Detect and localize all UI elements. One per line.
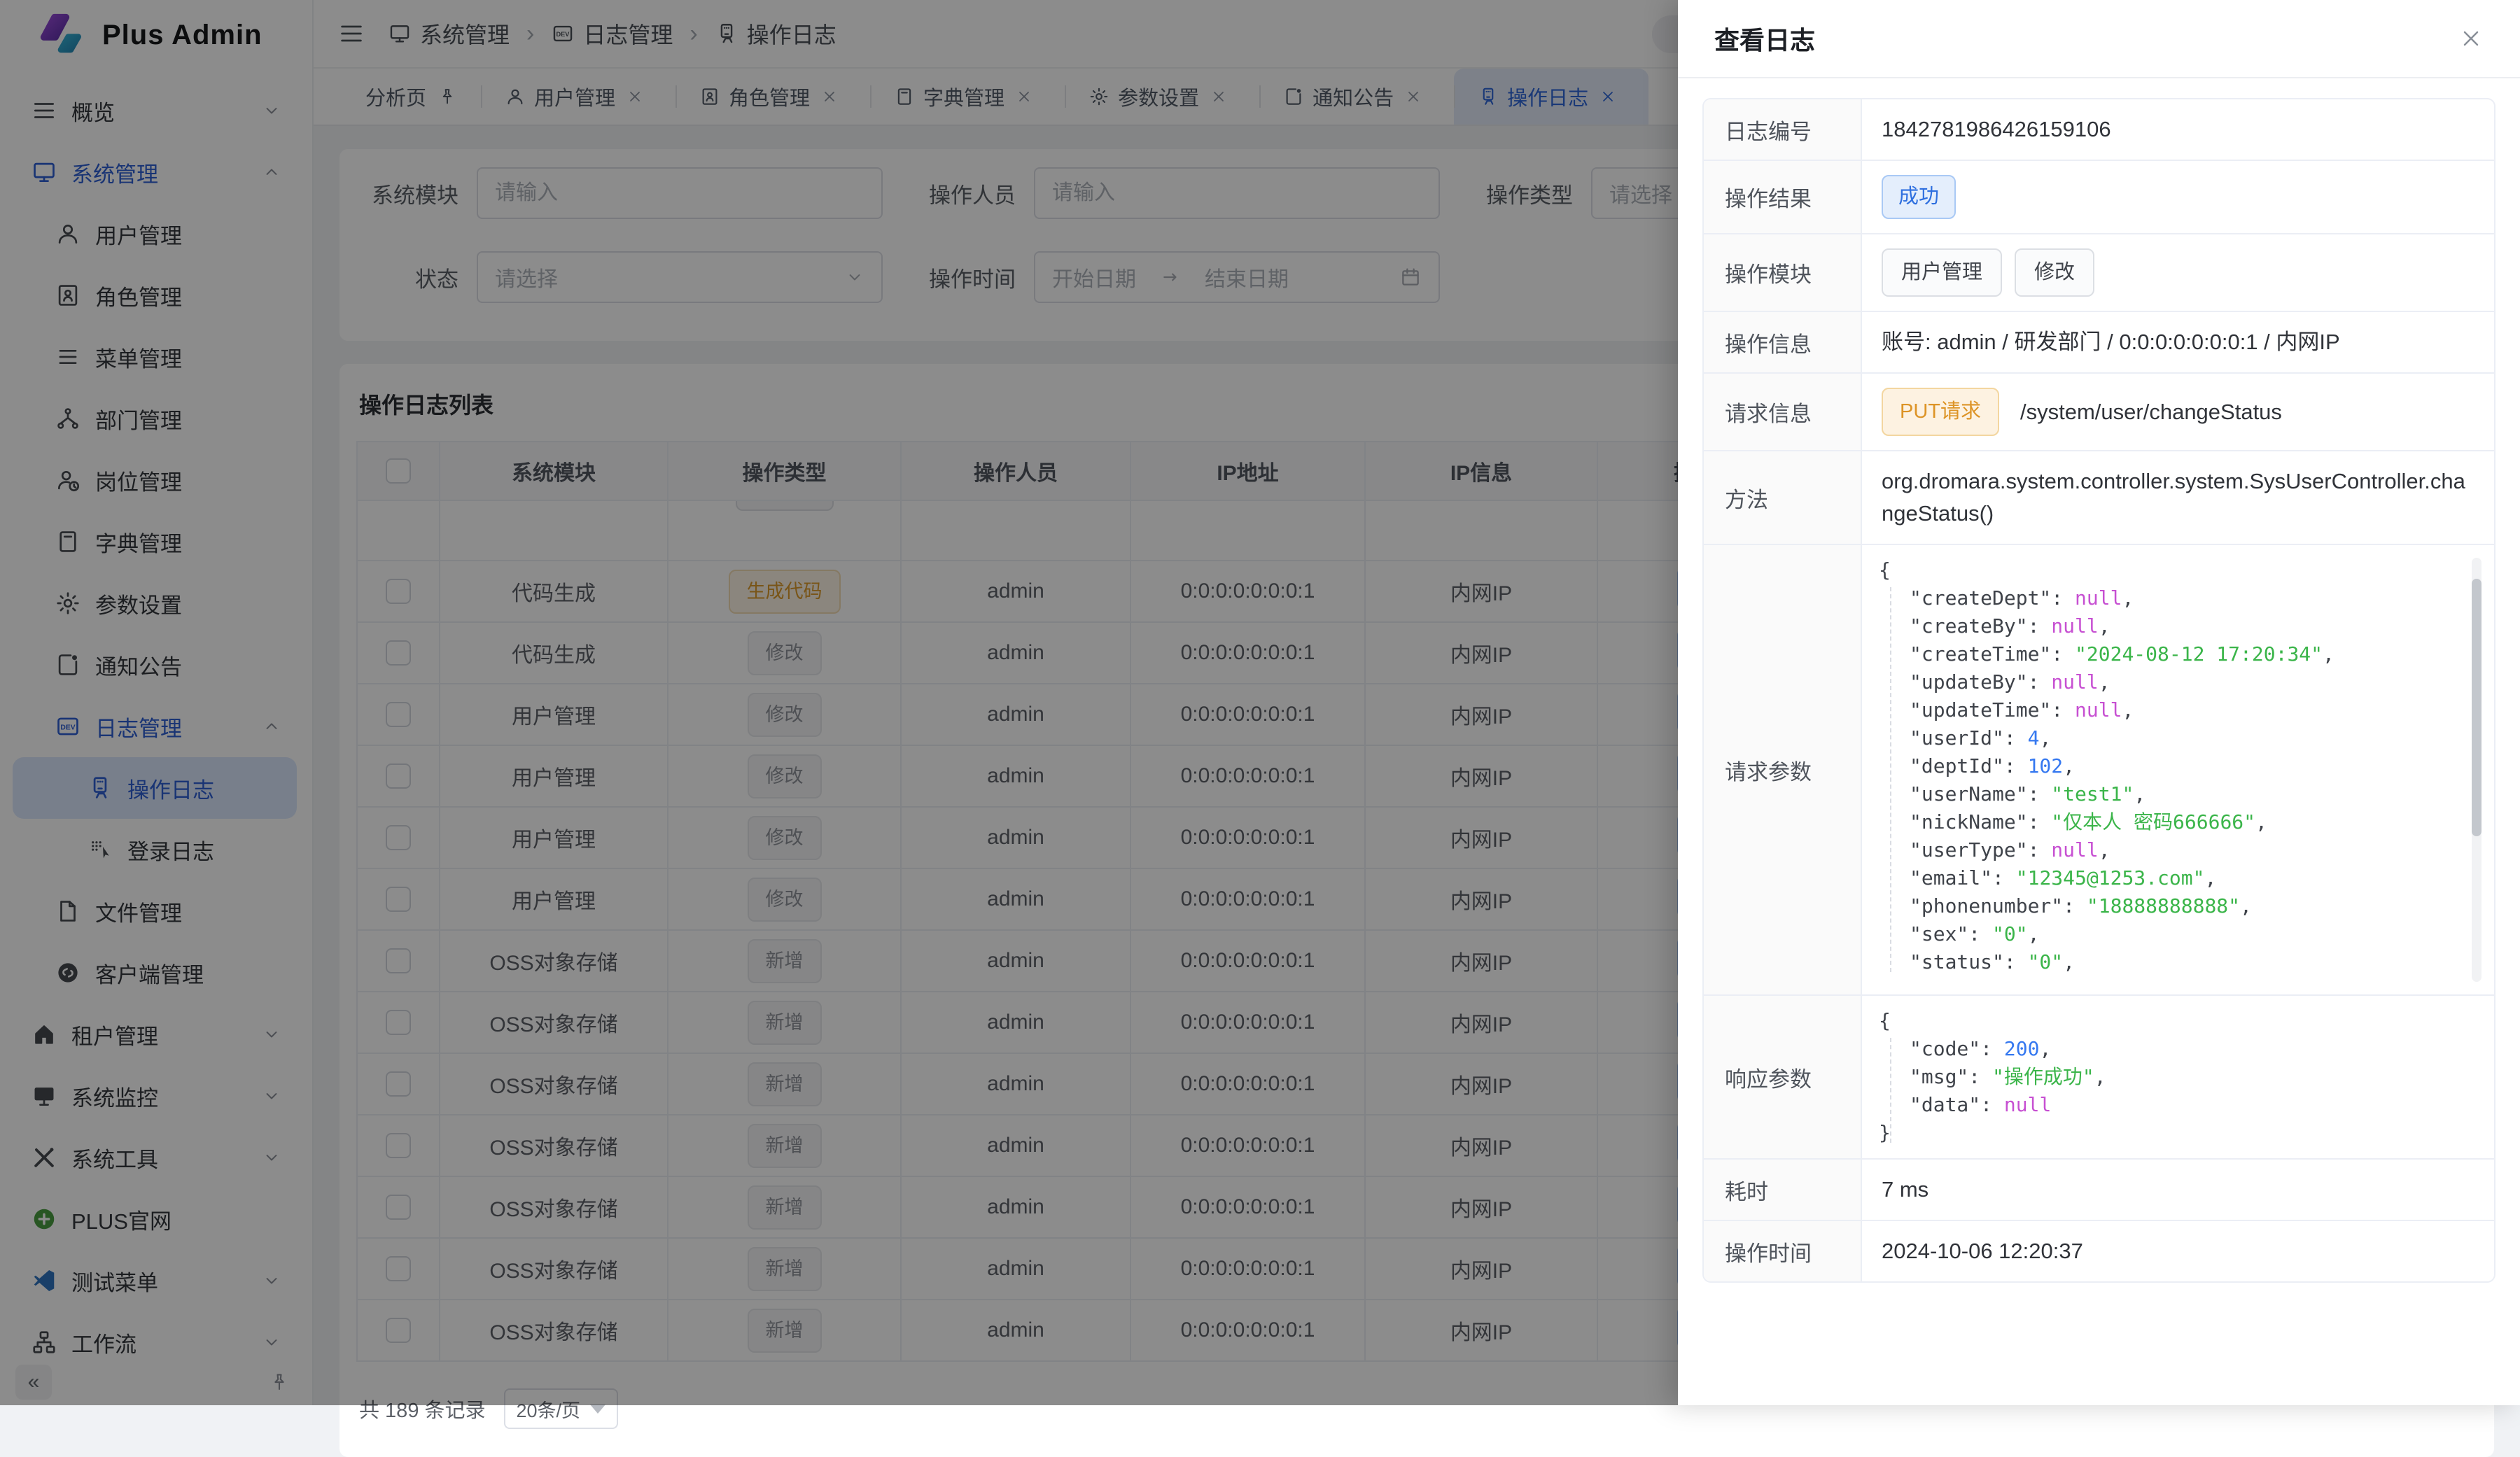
desc-row-响应参数: 响应参数{"code": 200,"msg": "操作成功","data": n…: [1704, 994, 2494, 1158]
desc-label: 日志编号: [1704, 99, 1862, 160]
desc-row-操作时间: 操作时间2024-10-06 12:20:37: [1704, 1220, 2494, 1281]
desc-value: {"code": 200,"msg": "操作成功","data": null}: [1862, 996, 2494, 1158]
desc-label: 方法: [1704, 451, 1862, 544]
scrollbar-thumb[interactable]: [2472, 579, 2482, 836]
desc-value: 2024-10-06 12:20:37: [1862, 1221, 2494, 1281]
module-tag: 用户管理: [1882, 248, 2002, 297]
desc-row-日志编号: 日志编号1842781986426159106: [1704, 99, 2494, 160]
desc-row-操作结果: 操作结果成功: [1704, 160, 2494, 233]
module-tag: 修改: [2015, 248, 2094, 297]
desc-value: 成功: [1862, 161, 2494, 233]
desc-label: 耗时: [1704, 1160, 1862, 1220]
json-code-block: {"code": 200,"msg": "操作成功","data": null}: [1872, 1004, 2484, 1150]
desc-row-操作模块: 操作模块用户管理修改: [1704, 233, 2494, 311]
close-icon[interactable]: [2458, 26, 2484, 51]
drawer-header: 查看日志: [1678, 0, 2520, 78]
json-code-block: {"createDept": null,"createBy": null,"cr…: [1872, 554, 2484, 986]
caret-down-icon: [590, 1405, 606, 1414]
desc-label: 操作结果: [1704, 161, 1862, 233]
desc-row-请求参数: 请求参数{"createDept": null,"createBy": null…: [1704, 544, 2494, 994]
http-method-tag: PUT请求: [1882, 388, 1999, 436]
desc-value: 用户管理修改: [1862, 234, 2494, 311]
desc-value: 7 ms: [1862, 1160, 2494, 1220]
desc-label: 请求参数: [1704, 545, 1862, 994]
desc-label: 操作模块: [1704, 234, 1862, 311]
result-tag: 成功: [1882, 175, 1956, 219]
desc-row-操作信息: 操作信息账号: admin / 研发部门 / 0:0:0:0:0:0:0:1 /…: [1704, 311, 2494, 372]
desc-value: org.dromara.system.controller.system.Sys…: [1862, 451, 2494, 544]
drawer-body: 日志编号1842781986426159106操作结果成功操作模块用户管理修改操…: [1678, 78, 2520, 1302]
desc-value: PUT请求/system/user/changeStatus: [1862, 374, 2494, 450]
desc-value: 账号: admin / 研发部门 / 0:0:0:0:0:0:0:1 / 内网I…: [1862, 312, 2494, 372]
desc-value: 1842781986426159106: [1862, 99, 2494, 160]
log-descriptions: 日志编号1842781986426159106操作结果成功操作模块用户管理修改操…: [1702, 98, 2496, 1283]
desc-row-请求信息: 请求信息PUT请求/system/user/changeStatus: [1704, 372, 2494, 450]
log-detail-drawer: 查看日志 日志编号1842781986426159106操作结果成功操作模块用户…: [1678, 0, 2520, 1405]
desc-label: 操作信息: [1704, 312, 1862, 372]
desc-label: 操作时间: [1704, 1221, 1862, 1281]
desc-row-方法: 方法org.dromara.system.controller.system.S…: [1704, 450, 2494, 544]
desc-label: 响应参数: [1704, 996, 1862, 1158]
desc-value: {"createDept": null,"createBy": null,"cr…: [1862, 545, 2494, 994]
desc-label: 请求信息: [1704, 374, 1862, 450]
drawer-title: 查看日志: [1714, 20, 1815, 57]
desc-row-耗时: 耗时7 ms: [1704, 1158, 2494, 1220]
request-url: /system/user/changeStatus: [2020, 396, 2282, 428]
